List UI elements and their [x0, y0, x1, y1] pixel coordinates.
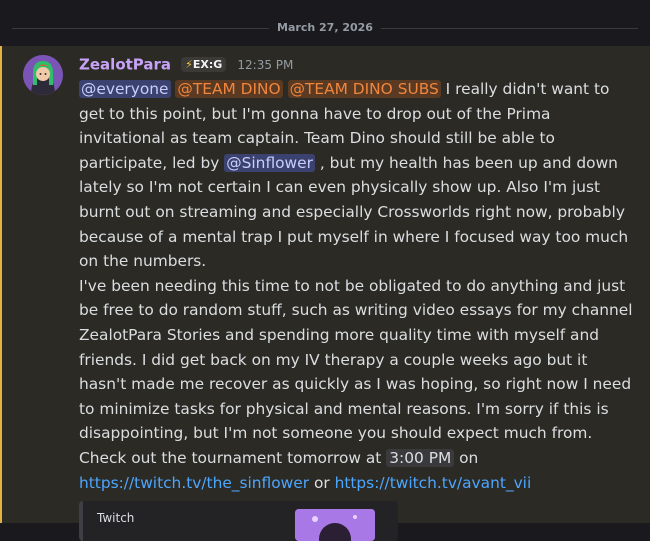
timestamp-chip[interactable]: 3:00 PM: [386, 448, 455, 467]
username[interactable]: ZealotPara: [79, 56, 171, 74]
paragraph-3-text-a: Check out the tournament tomorrow at: [79, 448, 387, 467]
avatar[interactable]: [23, 55, 63, 95]
message-content: @everyone @TEAM DINO @TEAM DINO SUBS I r…: [79, 77, 639, 495]
mention-everyone[interactable]: @everyone: [79, 80, 171, 98]
message-header: ZealotPara ⚡EX:G 12:35 PM: [79, 54, 293, 74]
message[interactable]: ZealotPara ⚡EX:G 12:35 PM @everyone @TEA…: [0, 46, 650, 541]
date-divider-text: March 27, 2026: [269, 21, 381, 34]
paragraph-1: @everyone @TEAM DINO @TEAM DINO SUBS I r…: [79, 77, 639, 274]
bolt-icon: ⚡: [185, 58, 193, 71]
server-tag-label: EX:G: [192, 58, 223, 71]
avatar-image: [23, 55, 63, 95]
date-divider: March 27, 2026: [0, 18, 650, 38]
paragraph-2: I've been needing this time to not be ob…: [79, 276, 633, 443]
mention-team-dino-subs[interactable]: @TEAM DINO SUBS: [287, 80, 441, 98]
embed-thumbnail[interactable]: [295, 509, 375, 541]
server-tag[interactable]: ⚡EX:G: [181, 57, 227, 72]
links-line: https://twitch.tv/the_sinflower or https…: [79, 471, 639, 496]
timestamp[interactable]: 12:35 PM: [237, 58, 293, 72]
link-avant-vii[interactable]: https://twitch.tv/avant_vii: [335, 474, 532, 492]
mention-team-dino[interactable]: @TEAM DINO: [175, 80, 283, 98]
embed-thumbnail-image: [295, 509, 375, 541]
link-the-sinflower[interactable]: https://twitch.tv/the_sinflower: [79, 474, 309, 492]
paragraph-3: Check out the tournament tomorrow at 3:0…: [79, 446, 639, 471]
link-embed[interactable]: Twitch: [79, 501, 398, 541]
mention-sinflower[interactable]: @Sinflower: [224, 153, 315, 172]
paragraph-3-text-b: on: [454, 448, 479, 467]
links-separator: or: [309, 473, 335, 492]
